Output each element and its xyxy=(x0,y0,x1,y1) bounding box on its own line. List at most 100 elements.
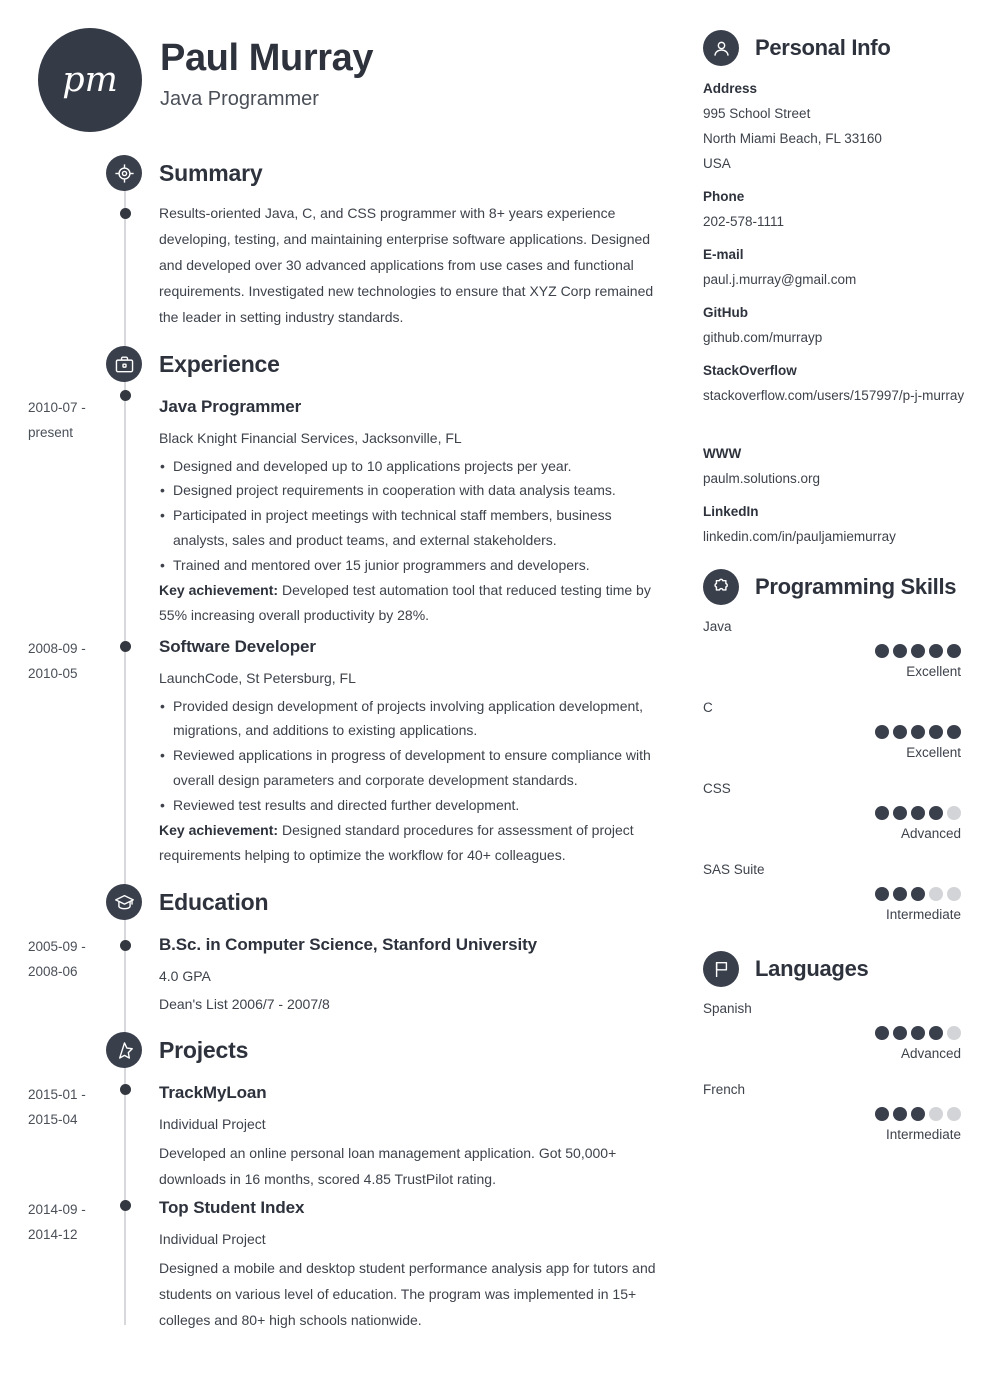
entry-subtitle: Individual Project xyxy=(159,1231,266,1247)
entry-date: 2015-01 - 2015-04 xyxy=(28,1087,86,1127)
skill-level: Excellent xyxy=(906,664,961,679)
target-icon xyxy=(106,155,142,191)
rating-dot xyxy=(893,1026,907,1040)
project-description: Developed an online personal loan manage… xyxy=(159,1144,617,1187)
rating-dot xyxy=(929,725,943,739)
skill-row-java: Java Excellent xyxy=(703,619,961,679)
info-address: Address 995 School Street North Miami Be… xyxy=(703,81,978,177)
skill-row-c: C Excellent xyxy=(703,700,961,760)
skill-name: CSS xyxy=(703,781,731,796)
education-gpa: 4.0 GPA xyxy=(159,968,211,984)
rating-dot xyxy=(911,1026,925,1040)
summary-text: Results-oriented Java, C, and CSS progra… xyxy=(159,205,654,326)
project-entry: Top Student Index Individual Project Des… xyxy=(159,1198,659,1333)
section-title-education: Education xyxy=(159,888,269,915)
rating-dot xyxy=(911,725,925,739)
section-title-projects: Projects xyxy=(159,1036,249,1063)
rating-dots xyxy=(703,725,961,739)
entry-title: Java Programmer xyxy=(159,397,302,416)
rating-dots xyxy=(703,1026,961,1040)
rating-dot xyxy=(929,644,943,658)
language-level: Advanced xyxy=(900,1046,961,1061)
info-value[interactable]: stackoverflow.com/users/157997/p-j-murra… xyxy=(703,383,978,408)
info-phone: Phone 202-578-1111 xyxy=(703,189,978,234)
puzzle-icon xyxy=(703,569,739,605)
rating-dot xyxy=(893,806,907,820)
language-level: Intermediate xyxy=(885,1127,961,1142)
rating-dot xyxy=(875,725,889,739)
info-label: GitHub xyxy=(703,305,748,320)
rating-dot xyxy=(893,644,907,658)
language-row-spanish: Spanish Advanced xyxy=(703,1001,961,1061)
info-label: Address xyxy=(703,81,758,96)
list-item: Designed and developed up to 10 applicat… xyxy=(159,454,659,479)
section-title-languages: Languages xyxy=(755,956,869,981)
rating-dots xyxy=(703,1107,961,1121)
briefcase-icon xyxy=(106,346,142,382)
rating-dot xyxy=(929,806,943,820)
section-title-programming-skills: Programming Skills xyxy=(755,574,957,599)
rating-dot xyxy=(875,1026,889,1040)
entry-title: Software Developer xyxy=(159,637,316,656)
info-value[interactable]: github.com/murrayp xyxy=(703,325,978,350)
info-github: GitHub github.com/murrayp xyxy=(703,305,978,350)
entry-bullets: Provided design development of projects … xyxy=(159,694,659,819)
section-header-experience: Experience xyxy=(106,346,280,382)
rating-dot xyxy=(893,887,907,901)
rating-dot xyxy=(875,806,889,820)
rating-dot xyxy=(947,644,961,658)
info-value: North Miami Beach, FL 33160 xyxy=(703,131,882,147)
rating-dot xyxy=(929,1026,943,1040)
rating-dot xyxy=(875,887,889,901)
info-value[interactable]: paul.j.murray@gmail.com xyxy=(703,267,978,292)
resume-page: pm Paul Murray Java Programmer Summary R… xyxy=(0,0,990,1400)
key-achievement-label: Key achievement: xyxy=(159,582,279,599)
info-www: WWW paulm.solutions.org xyxy=(703,446,978,491)
list-item: Trained and mentored over 15 junior prog… xyxy=(159,553,659,578)
rating-dot xyxy=(947,806,961,820)
skill-name: C xyxy=(703,700,713,715)
avatar-initials: pm xyxy=(62,60,118,100)
section-header-languages: Languages xyxy=(703,951,869,987)
entry-subtitle: LaunchCode, St Petersburg, FL xyxy=(159,670,356,686)
skill-level: Excellent xyxy=(906,745,961,760)
info-label: E-mail xyxy=(703,247,744,262)
entry-title: B.Sc. in Computer Science, Stanford Univ… xyxy=(159,935,537,954)
right-column: Personal Info Address 995 School Street … xyxy=(700,0,990,1400)
info-value[interactable]: linkedin.com/in/pauljamiemurray xyxy=(703,524,978,549)
entry-subtitle: Black Knight Financial Services, Jackson… xyxy=(159,430,462,446)
skill-level: Intermediate xyxy=(885,907,961,922)
left-column: pm Paul Murray Java Programmer Summary R… xyxy=(0,0,690,1400)
entry-title: TrackMyLoan xyxy=(159,1083,267,1102)
info-label: Phone xyxy=(703,189,745,204)
rating-dots xyxy=(703,887,961,901)
rating-dot xyxy=(911,644,925,658)
timeline-dot xyxy=(119,208,131,219)
job-title: Java Programmer xyxy=(160,87,319,110)
section-title-experience: Experience xyxy=(159,350,280,377)
section-header-programming-skills: Programming Skills xyxy=(703,569,957,605)
info-label: WWW xyxy=(703,446,742,461)
section-title-personal-info: Personal Info xyxy=(755,35,891,60)
entry-date: 2008-09 - 2010-05 xyxy=(28,641,86,681)
info-stackoverflow: StackOverflow stackoverflow.com/users/15… xyxy=(703,363,978,408)
list-item: Reviewed applications in progress of dev… xyxy=(159,743,659,793)
entry-date: 2014-09 - 2014-12 xyxy=(28,1202,86,1242)
timeline-dot xyxy=(119,940,131,951)
info-value[interactable]: 202-578-1111 xyxy=(703,209,978,234)
list-item: Reviewed test results and directed furth… xyxy=(159,793,659,818)
skill-name: Java xyxy=(703,619,732,634)
info-label: LinkedIn xyxy=(703,504,759,519)
entry-title: Top Student Index xyxy=(159,1198,305,1217)
skill-name: SAS Suite xyxy=(703,862,765,877)
rating-dot xyxy=(929,887,943,901)
timeline-dot xyxy=(119,390,131,401)
entry-subtitle: Individual Project xyxy=(159,1116,266,1132)
skill-row-css: CSS Advanced xyxy=(703,781,961,841)
education-entry: B.Sc. in Computer Science, Stanford Univ… xyxy=(159,935,659,1019)
section-title-summary: Summary xyxy=(159,159,263,186)
info-value[interactable]: paulm.solutions.org xyxy=(703,466,978,491)
timeline-dot xyxy=(119,1084,131,1095)
rating-dots xyxy=(703,806,961,820)
info-value: 995 School Street xyxy=(703,106,811,121)
